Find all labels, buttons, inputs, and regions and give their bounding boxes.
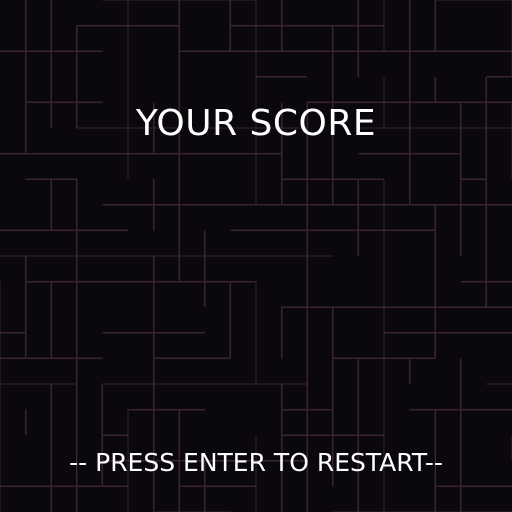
game-over-screen: YOUR SCORE -- PRESS ENTER TO RESTART-- xyxy=(0,0,512,512)
restart-prompt: -- PRESS ENTER TO RESTART-- xyxy=(69,448,443,477)
maze-background xyxy=(0,0,512,512)
score-title: YOUR SCORE xyxy=(135,103,377,144)
